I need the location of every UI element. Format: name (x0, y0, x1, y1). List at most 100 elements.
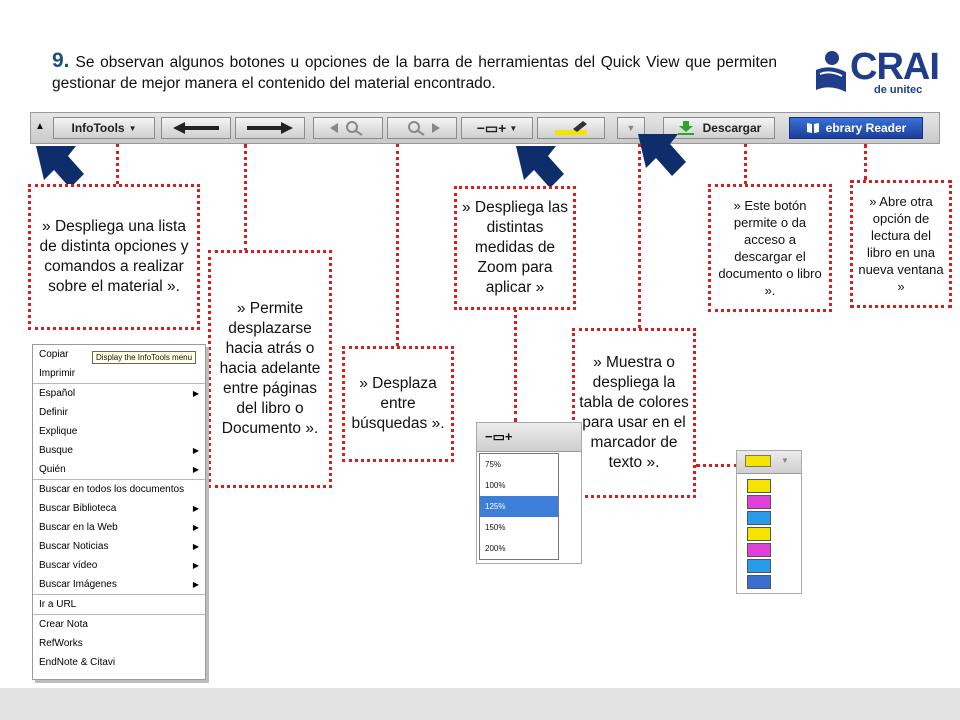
color-swatch[interactable] (747, 527, 771, 541)
menu-item[interactable]: Buscar Noticias ▶ (33, 537, 205, 556)
zoom-options-list: 75% 100% 125% 150% 200% (479, 453, 559, 560)
menu-item[interactable]: EndNote & Citavi (33, 653, 205, 672)
menu-item[interactable]: Busque ▶ (33, 441, 205, 460)
zoom-toolbar-strip: −▭+ (477, 423, 581, 452)
reader-icon (816, 51, 846, 92)
infotools-label: InfoTools (71, 121, 125, 135)
highlighter-button[interactable] (537, 117, 605, 139)
zoom-option[interactable]: 150% (480, 517, 558, 538)
menu-item-label: Buscar Imágenes (39, 579, 117, 590)
callout-download-text: » Este botón permite o da acceso a desca… (718, 198, 822, 298)
collapse-toolbar-icon[interactable]: ▲ (35, 121, 45, 132)
connector-line (696, 464, 738, 467)
menu-item[interactable]: Explique (33, 422, 205, 441)
menu-item[interactable]: Imprimir (33, 364, 205, 383)
menu-item[interactable]: Buscar Imágenes ▶ (33, 575, 205, 594)
menu-item-label: Buscar vídeo (39, 560, 98, 571)
menu-item-label: RefWorks (39, 638, 83, 649)
color-swatch[interactable] (747, 575, 771, 589)
infotools-button[interactable]: InfoTools ▼ (53, 117, 155, 139)
menu-item-label: Buscar Biblioteca (39, 503, 117, 514)
callout-reader: » Abre otra opción de lectura del libro … (850, 180, 952, 308)
color-swatch[interactable] (747, 559, 771, 573)
connector-line (244, 144, 247, 252)
callout-search-text: » Desplaza entre búsquedas ». (351, 375, 445, 432)
menu-item-label: Español (39, 388, 76, 399)
connector-line (864, 144, 867, 180)
callout-zoom: » Despliega las distintas medidas de Zoo… (454, 186, 576, 310)
tooltip: Display the InfoTools menu (92, 351, 197, 364)
chevron-down-icon: ▼ (781, 456, 789, 465)
menu-item[interactable]: Crear Nota (33, 614, 205, 634)
callout-navigation-text: » Permite desplazarse hacia atrás o haci… (219, 300, 321, 437)
connector-line (514, 308, 517, 422)
forward-button[interactable] (235, 117, 305, 139)
color-swatch[interactable] (747, 511, 771, 525)
back-button[interactable] (161, 117, 231, 139)
logo-subtitle: de unitec (874, 84, 923, 96)
submenu-arrow-icon: ▶ (192, 389, 199, 398)
menu-item-label: Ir a URL (39, 599, 77, 610)
chevron-down-icon: ▼ (509, 123, 518, 133)
menu-item-label: Definir (39, 407, 68, 418)
callout-reader-text: » Abre otra opción de lectura del libro … (858, 194, 944, 294)
callout-navigation: » Permite desplazarse hacia atrás o haci… (208, 250, 332, 488)
menu-item[interactable]: Español ▶ (33, 383, 205, 403)
color-swatch-list (737, 473, 801, 591)
callout-search: » Desplaza entre búsquedas ». (342, 346, 454, 462)
zoom-dropdown-screenshot: −▭+ 75% 100% 125% 150% 200% (476, 422, 582, 564)
menu-item[interactable]: Buscar en todos los documentos (33, 479, 205, 499)
menu-item-label: Buscar en la Web (39, 522, 118, 533)
menu-item-label: Copiar (39, 349, 69, 360)
submenu-arrow-icon: ▶ (192, 465, 199, 474)
search-next-icon (408, 121, 440, 136)
zoom-option[interactable]: 100% (480, 475, 558, 496)
submenu-arrow-icon: ▶ (192, 523, 199, 532)
next-search-button[interactable] (387, 117, 457, 139)
arrow-left-icon (173, 122, 219, 134)
menu-item[interactable]: Definir (33, 403, 205, 422)
connector-line (116, 144, 119, 184)
submenu-arrow-icon: ▶ (192, 561, 199, 570)
menu-item-label: Busque (39, 445, 73, 456)
zoom-option[interactable]: 75% (480, 454, 558, 475)
previous-search-button[interactable] (313, 117, 383, 139)
step-number: 9. (52, 49, 70, 72)
callout-colors: » Muestra o despliega la tabla de colore… (572, 328, 696, 498)
submenu-arrow-icon: ▶ (192, 580, 199, 589)
menu-item[interactable]: Buscar Biblioteca ▶ (33, 499, 205, 518)
menu-item-label: Crear Nota (39, 619, 88, 630)
search-prev-icon (330, 121, 363, 136)
quickview-toolbar: ▲ InfoTools ▼ −▭+ ▼ ▼ Descargar ebrary R… (30, 112, 940, 144)
menu-item[interactable]: Buscar vídeo ▶ (33, 556, 205, 575)
zoom-icon: −▭+ (485, 429, 513, 444)
slide-heading: 9. Se observan algunos botones u opciones… (52, 50, 777, 94)
highlighter-icon (555, 121, 587, 135)
connector-line (744, 144, 747, 184)
callout-colors-text: » Muestra o despliega la tabla de colore… (579, 354, 689, 471)
color-swatch[interactable] (747, 479, 771, 493)
submenu-arrow-icon: ▶ (192, 542, 199, 551)
highlighter-icon (745, 455, 771, 467)
zoom-option[interactable]: 200% (480, 538, 558, 559)
menu-item-label: EndNote & Citavi (39, 657, 116, 668)
menu-item-label: Explique (39, 426, 78, 437)
book-icon (806, 123, 819, 133)
color-swatch[interactable] (747, 495, 771, 509)
callout-infotools-text: » Despliega una lista de distinta opcion… (39, 218, 189, 295)
color-swatch[interactable] (747, 543, 771, 557)
menu-item[interactable]: Ir a URL (33, 594, 205, 614)
callout-infotools: » Despliega una lista de distinta opcion… (28, 184, 200, 330)
ebrary-reader-button[interactable]: ebrary Reader (789, 117, 923, 139)
infotools-menu: Copiar Imprimir Español ▶ Definir Explique Bus… (32, 344, 206, 680)
menu-item[interactable]: RefWorks (33, 634, 205, 653)
menu-item-label: Buscar en todos los documentos (39, 484, 185, 495)
zoom-button[interactable]: −▭+ ▼ (461, 117, 533, 139)
zoom-option[interactable]: 125% (480, 496, 558, 517)
menu-item[interactable]: Buscar en la Web ▶ (33, 518, 205, 537)
menu-item[interactable]: Quién ▶ (33, 460, 205, 479)
footer-bar (0, 688, 960, 720)
arrow-right-icon (247, 122, 293, 134)
download-label: Descargar (702, 121, 762, 135)
menu-item-label: Imprimir (39, 368, 76, 379)
